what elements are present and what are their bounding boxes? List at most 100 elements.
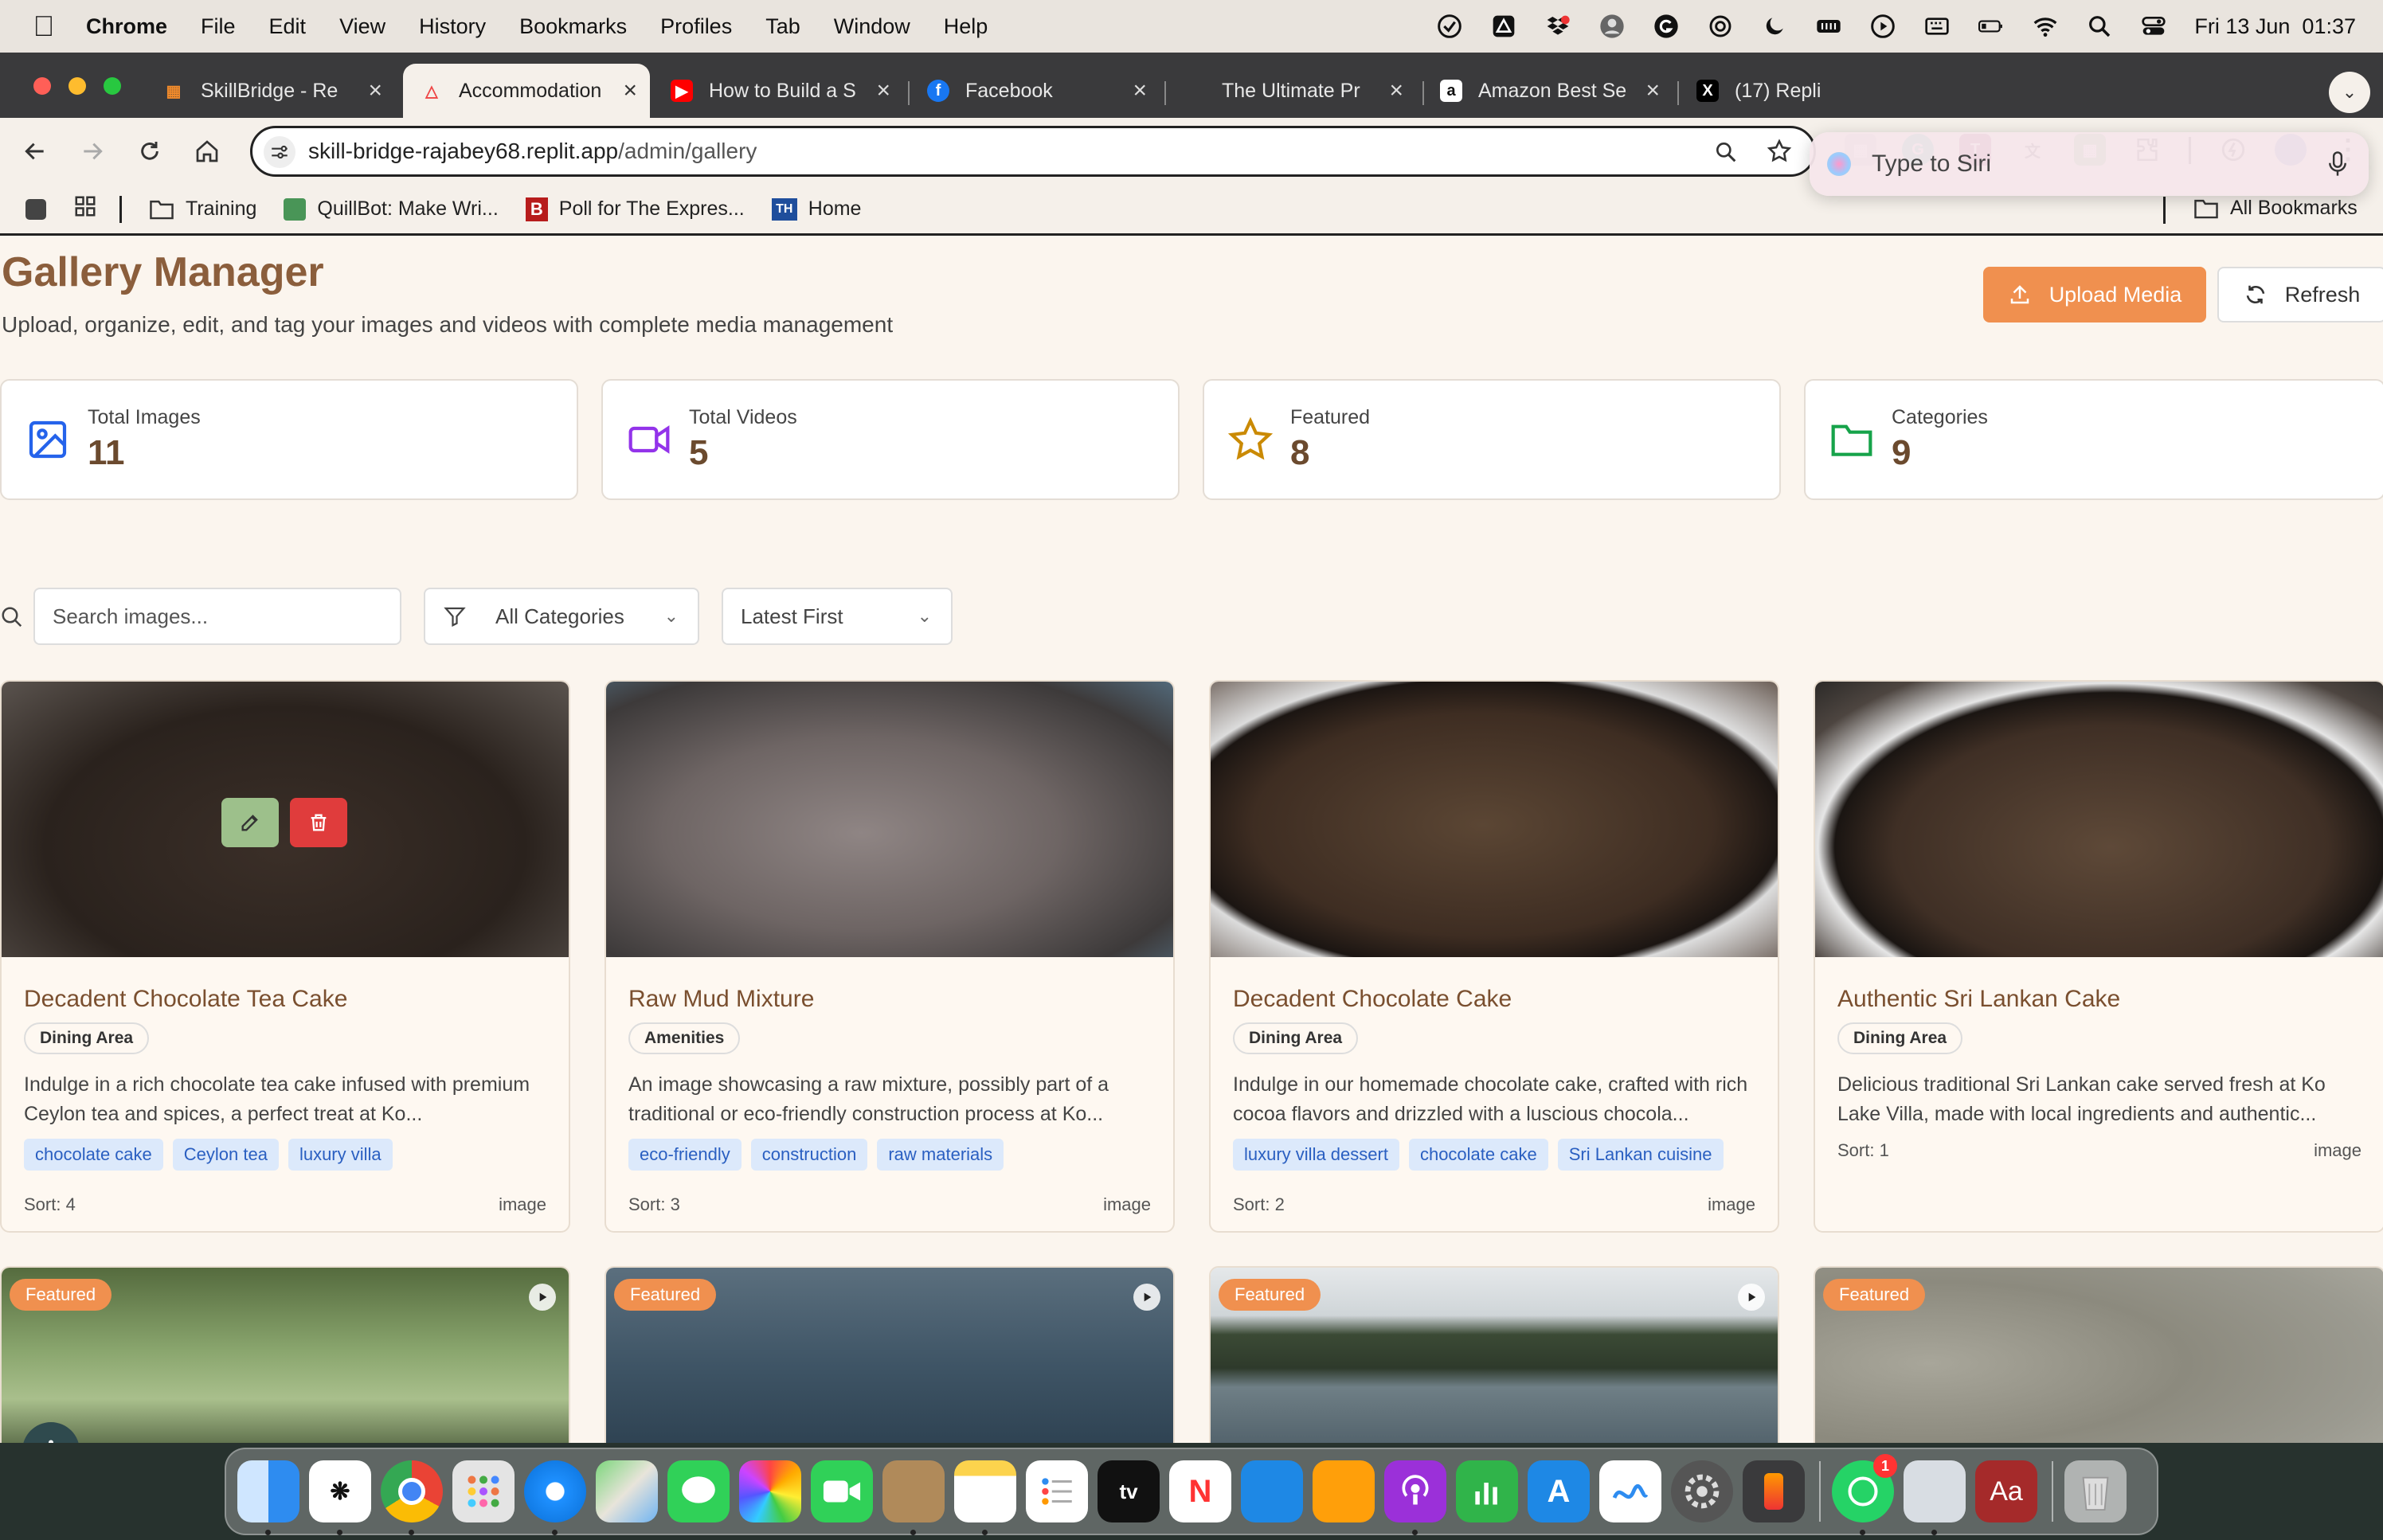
gallery-card[interactable]: Raw Mud Mixture Amenities An image showc… <box>605 680 1175 1233</box>
play-status-icon[interactable] <box>1869 13 1896 40</box>
bookmark-quillbot[interactable]: QuillBot: Make Wri... <box>284 197 499 221</box>
close-tab-icon[interactable]: × <box>1389 77 1403 104</box>
moon-icon[interactable] <box>1761 13 1788 40</box>
zoom-window-button[interactable] <box>104 77 121 95</box>
preview-icon[interactable] <box>1904 1460 1966 1535</box>
spotlight-search-icon[interactable] <box>2086 13 2113 40</box>
checkmark-status-icon[interactable] <box>1436 13 1463 40</box>
back-button[interactable] <box>19 135 51 167</box>
menu-history[interactable]: History <box>419 14 486 39</box>
apple-tv-icon[interactable]: tv <box>1098 1460 1160 1522</box>
battery-icon[interactable] <box>1978 13 2005 40</box>
news-icon[interactable]: N <box>1169 1460 1231 1522</box>
control-center-icon[interactable] <box>2140 13 2167 40</box>
address-bar[interactable]: skill-bridge-rajabey68.replit.app/admin/… <box>250 126 1816 177</box>
reminders-icon[interactable] <box>1026 1460 1088 1522</box>
tab-youtube[interactable]: ▶ How to Build a S × <box>671 64 890 118</box>
site-info-icon[interactable] <box>264 136 295 168</box>
upload-media-button[interactable]: Upload Media <box>1983 267 2206 322</box>
category-filter-select[interactable]: All Categories ⌄ <box>424 588 699 645</box>
play-icon[interactable] <box>1133 1284 1160 1311</box>
card-image[interactable] <box>1815 682 2383 957</box>
numbers-icon[interactable] <box>1456 1460 1518 1522</box>
gallery-card[interactable]: Decadent Chocolate Cake Dining Area Indu… <box>1209 680 1779 1233</box>
app-store-icon[interactable]: A <box>1528 1460 1590 1522</box>
gallery-card[interactable]: Featured <box>1209 1266 1779 1443</box>
photos-icon[interactable] <box>739 1460 801 1522</box>
chatgpt-status-icon[interactable] <box>1707 13 1734 40</box>
dictionary-icon[interactable]: Aa <box>1975 1460 2037 1522</box>
menubar-clock[interactable]: Fri 13 Jun 01:37 <box>2194 14 2356 39</box>
chrome-icon[interactable] <box>381 1460 443 1535</box>
card-video-thumbnail[interactable]: Featured <box>2 1268 569 1443</box>
gallery-card[interactable]: Decadent Chocolate Tea Cake Dining Area … <box>0 680 570 1233</box>
minimize-window-button[interactable] <box>68 77 86 95</box>
bookmark-star-icon[interactable] <box>1766 138 1793 169</box>
bookmark-training[interactable]: Training <box>149 197 256 221</box>
menu-view[interactable]: View <box>339 14 385 39</box>
play-icon[interactable] <box>529 1284 556 1311</box>
tab-accommodation[interactable]: △ Accommodation × <box>403 64 650 118</box>
facetime-icon[interactable] <box>811 1460 873 1522</box>
sort-select[interactable]: Latest First ⌄ <box>722 588 953 645</box>
card-image[interactable] <box>606 682 1173 957</box>
system-settings-icon[interactable] <box>1671 1460 1733 1522</box>
card-image[interactable] <box>2 682 569 957</box>
forward-button[interactable] <box>76 135 108 167</box>
dropbox-status-icon[interactable] <box>1544 13 1571 40</box>
tab-amazon[interactable]: a Amazon Best Se × <box>1440 64 1660 118</box>
card-image[interactable] <box>1211 682 1778 957</box>
tab-ultimate[interactable]: The Ultimate Pr × <box>1185 64 1403 118</box>
refresh-button[interactable]: Refresh <box>2217 267 2383 322</box>
menu-app-name[interactable]: Chrome <box>86 14 167 39</box>
menu-bookmarks[interactable]: Bookmarks <box>519 14 627 39</box>
tab-skillbridge[interactable]: ▦ SkillBridge - Re × <box>162 64 382 118</box>
card-video-thumbnail[interactable]: Featured <box>1815 1268 2383 1443</box>
close-window-button[interactable] <box>33 77 51 95</box>
menu-edit[interactable]: Edit <box>269 14 307 39</box>
microphone-icon[interactable] <box>2326 150 2350 178</box>
memory-status-icon[interactable] <box>1815 13 1842 40</box>
menu-tab[interactable]: Tab <box>765 14 800 39</box>
menu-help[interactable]: Help <box>944 14 988 39</box>
maps-icon[interactable] <box>596 1460 658 1522</box>
user-status-icon[interactable] <box>1598 13 1626 40</box>
gallery-card[interactable]: Featured <box>0 1266 570 1443</box>
iphone-mirroring-icon[interactable] <box>1743 1460 1805 1522</box>
safari-icon[interactable] <box>524 1460 586 1535</box>
close-tab-icon[interactable]: × <box>876 77 890 104</box>
contacts-icon[interactable] <box>882 1460 945 1535</box>
siri-input[interactable]: Type to Siri <box>1810 132 2369 196</box>
close-tab-icon[interactable]: × <box>1133 77 1147 104</box>
menu-window[interactable]: Window <box>834 14 910 39</box>
zoom-icon[interactable] <box>1713 139 1739 169</box>
apps-icon[interactable] <box>25 198 46 220</box>
grammarly-status-icon[interactable] <box>1653 13 1680 40</box>
tab-search-chevron-icon[interactable]: ⌄ <box>2329 72 2370 113</box>
close-tab-icon[interactable]: × <box>623 77 637 104</box>
edit-button[interactable] <box>221 798 279 847</box>
tab-groups-icon[interactable] <box>73 194 97 224</box>
menu-profiles[interactable]: Profiles <box>660 14 732 39</box>
whatsapp-icon[interactable]: 1 <box>1832 1454 1897 1535</box>
trash-icon[interactable] <box>2064 1460 2127 1522</box>
close-tab-icon[interactable]: × <box>368 77 382 104</box>
keyboard-status-icon[interactable] <box>1923 13 1951 40</box>
notes-icon[interactable] <box>954 1460 1016 1535</box>
drive-status-icon[interactable] <box>1490 13 1517 40</box>
home-button[interactable] <box>191 135 223 167</box>
freeform-icon[interactable] <box>1599 1460 1661 1522</box>
card-video-thumbnail[interactable]: Featured <box>1211 1268 1778 1443</box>
close-tab-icon[interactable]: × <box>1645 77 1660 104</box>
chatgpt-icon[interactable]: ❋ <box>309 1460 371 1535</box>
all-bookmarks[interactable]: All Bookmarks <box>2193 197 2358 220</box>
menu-file[interactable]: File <box>201 14 236 39</box>
gallery-card[interactable]: Featured <box>605 1266 1175 1443</box>
play-icon[interactable] <box>1738 1284 1765 1311</box>
podcasts-icon[interactable] <box>1384 1460 1446 1535</box>
bookmark-poll[interactable]: B Poll for The Expres... <box>525 197 745 221</box>
delete-button[interactable] <box>290 798 347 847</box>
wifi-icon[interactable] <box>2032 13 2059 40</box>
tab-facebook[interactable]: f Facebook × <box>927 64 1147 118</box>
messages-icon[interactable] <box>667 1460 730 1522</box>
